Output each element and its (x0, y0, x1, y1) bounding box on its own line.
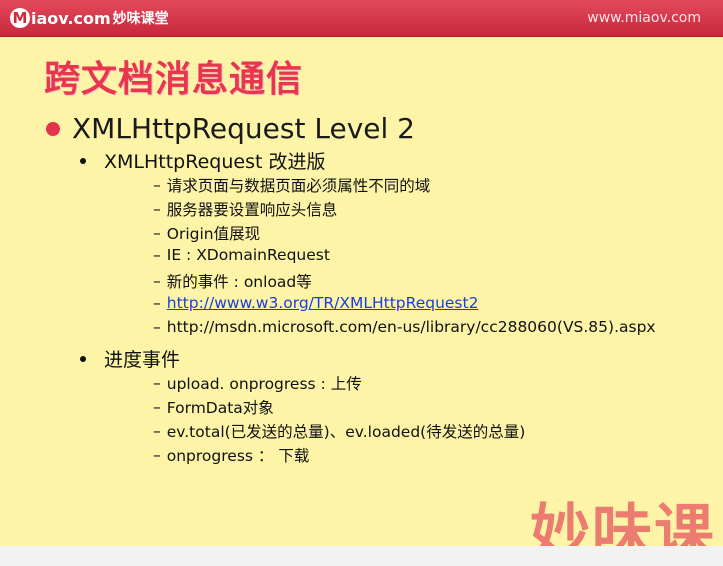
list-item: – IE : XDomainRequest (153, 246, 330, 264)
list-item: – Origin值展现 (153, 224, 261, 243)
bullet-icon (80, 355, 86, 362)
list-item-text: onprogress ： 下载 (166, 447, 310, 465)
section-heading: XMLHttpRequest 改进版 (80, 147, 325, 174)
watermark: 妙味课 (530, 498, 716, 546)
list-item-text: IE : XDomainRequest (166, 246, 330, 264)
list-item-text: 服务器要设置响应头信息 (166, 201, 338, 219)
top-bar: M iaov.com 妙味课堂 www.miaov.com (0, 0, 723, 37)
logo-text: iaov.com (31, 8, 111, 28)
section-label: 进度事件 (104, 349, 181, 371)
section-label: XMLHttpRequest 改进版 (104, 151, 326, 173)
list-item: – upload. onprogress : 上传 (153, 374, 362, 393)
list-item-text: FormData对象 (166, 399, 274, 417)
bullet-dot-icon (46, 121, 60, 136)
slide-title: 跨文档消息通信 (44, 59, 304, 100)
list-item: – ev.total(已发送的总量)、ev.loaded(待发送的总量) (153, 422, 526, 441)
list-item-text: 新的事件 : onload等 (166, 273, 312, 291)
list-item: – onprogress ： 下载 (153, 446, 310, 465)
level1-bullet: XMLHttpRequest Level 2 (46, 112, 415, 145)
bullet-icon (80, 157, 86, 164)
list-item-text: Origin值展现 (166, 225, 261, 243)
list-item: – http://www.w3.org/TR/XMLHttpRequest2 (153, 294, 479, 312)
site-url: www.miaov.com (587, 10, 701, 26)
list-item-text: 请求页面与数据页面必须属性不同的域 (166, 177, 431, 195)
list-item: – FormData对象 (153, 398, 274, 417)
list-item-text: upload. onprogress : 上传 (166, 375, 362, 393)
list-item: – 服务器要设置响应头信息 (153, 200, 338, 219)
list-item: – 请求页面与数据页面必须属性不同的域 (153, 176, 431, 195)
logo-m-icon: M (10, 8, 30, 28)
list-item-text: ev.total(已发送的总量)、ev.loaded(待发送的总量) (166, 423, 526, 441)
list-item: – 新的事件 : onload等 (153, 272, 312, 291)
miaov-logo: M iaov.com 妙味课堂 (10, 8, 169, 28)
w3-link[interactable]: http://www.w3.org/TR/XMLHttpRequest2 (167, 294, 479, 312)
list-item-text: http://msdn.microsoft.com/en-us/library/… (166, 318, 656, 336)
list-item: – http://msdn.microsoft.com/en-us/library… (153, 318, 656, 336)
level1-text: XMLHttpRequest Level 2 (72, 112, 415, 145)
logo-cn-text: 妙味课堂 (112, 11, 169, 27)
slide: M iaov.com 妙味课堂 www.miaov.com 跨文档消息通信 XM… (0, 0, 723, 546)
section-heading: 进度事件 (80, 345, 180, 372)
